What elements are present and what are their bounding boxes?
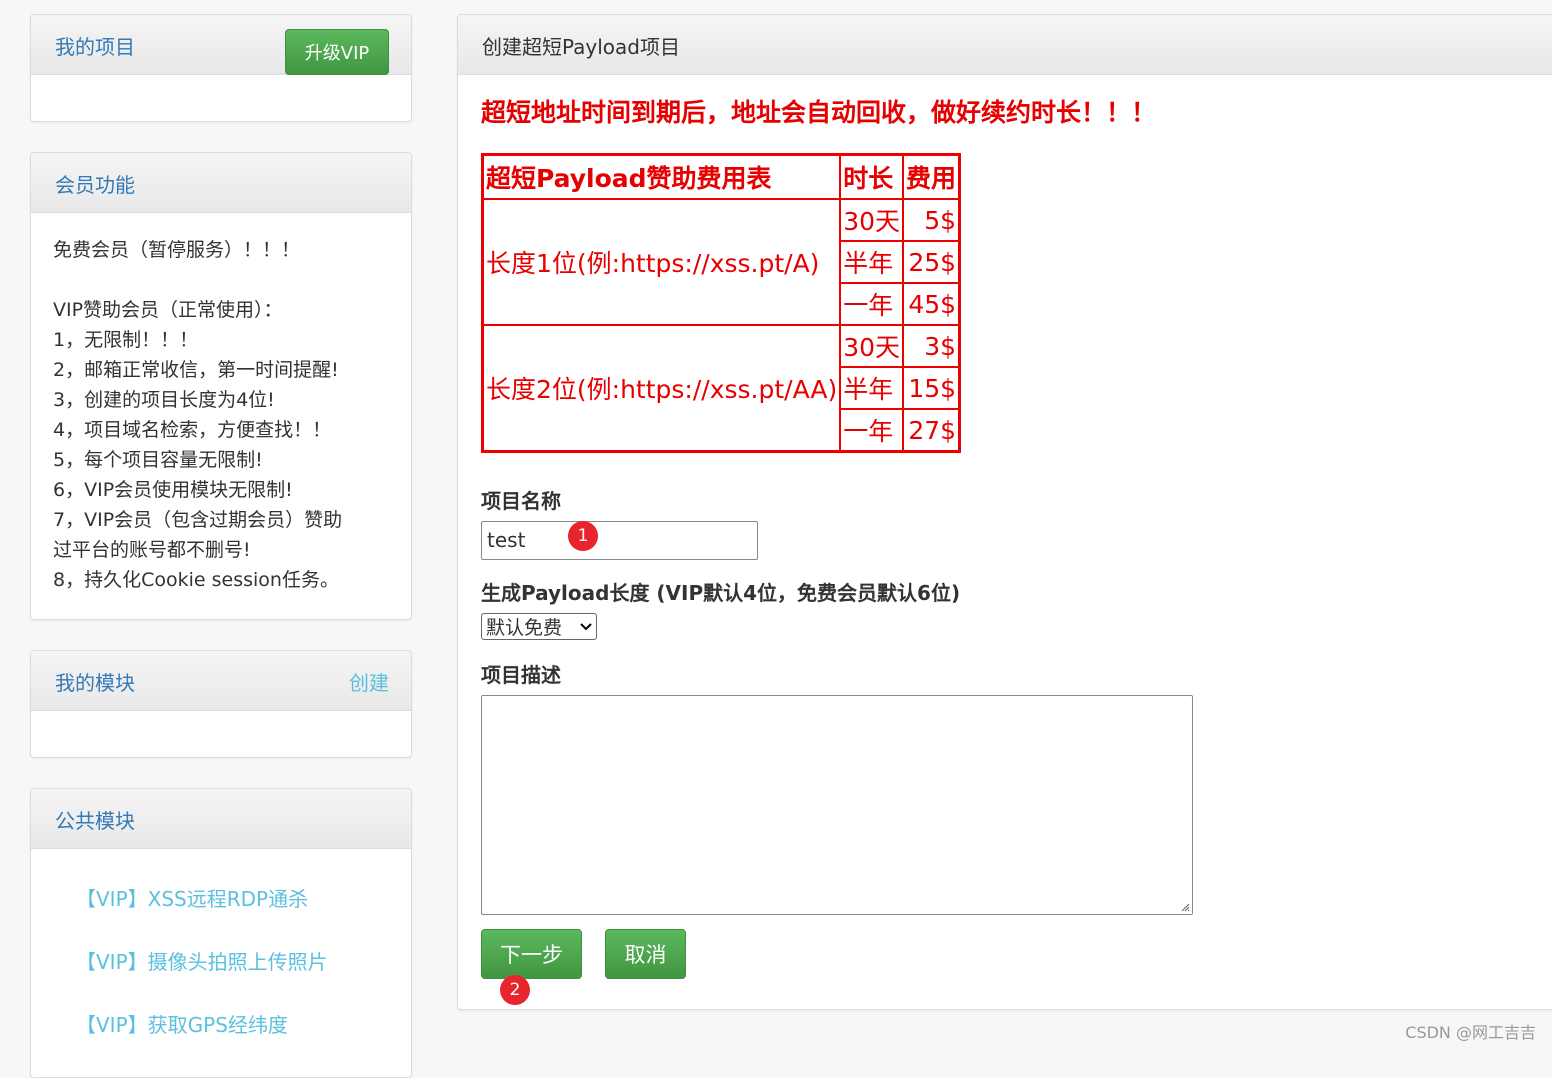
public-module-item[interactable]: 【VIP】XSS远程RDP通杀 [76,869,366,932]
fee-table-title: 超短Payload赞助费用表 [481,153,842,200]
create-project-panel: 创建超短Payload项目 超短地址时间到期后，地址会自动回收，做好续约时长！！… [457,14,1552,1010]
fee-duration: 30天 [839,324,905,368]
payload-length-select[interactable]: 默认免费 [481,613,597,640]
membership-line: 过平台的账号都不删号! [53,539,251,561]
fee-table-price-header: 费用 [902,153,961,200]
public-modules-list: 【VIP】XSS远程RDP通杀 【VIP】摄像头拍照上传照片 【VIP】获取GP… [31,849,411,1077]
my-modules-panel: 我的模块 创建 [30,650,412,758]
membership-line: 1，无限制！！！ [53,329,199,351]
create-module-link[interactable]: 创建 [349,667,389,696]
resize-grip-icon[interactable] [1180,902,1190,912]
membership-line: 8，持久化Cookie session任务。 [53,569,339,591]
page-title: 创建超短Payload项目 [482,35,680,59]
membership-text: 免费会员（暂停服务）！！！ VIP赞助会员（正常使用）： 1，无限制！！！ 2，… [31,213,411,617]
public-modules-header: 公共模块 [31,789,411,849]
fee-price: 5$ [902,198,961,242]
payload-length-label: 生成Payload长度 (VIP默认4位，免费会员默认6位) [481,581,961,605]
cancel-button[interactable]: 取消 [605,929,686,979]
project-name-label: 项目名称 [481,489,561,513]
fee-duration: 30天 [839,198,905,242]
expiry-warning: 超短地址时间到期后，地址会自动回收，做好续约时长！！！ [481,98,1157,127]
fee-table-header-row: 超短Payload赞助费用表 时长 费用 [481,153,961,200]
fee-price: 3$ [902,324,961,368]
fee-duration: 一年 [839,408,905,453]
csdn-watermark: CSDN @网工吉吉 [1405,1023,1536,1042]
upgrade-vip-button[interactable]: 升级VIP [285,29,389,75]
membership-line: 免费会员（暂停服务）！！！ [53,239,301,261]
membership-line: 4，项目域名检索，方便查找！！ [53,419,332,441]
membership-line: 5，每个项目容量无限制! [53,449,263,471]
fee-price: 25$ [902,240,961,284]
fee-table-row: 长度2位(例:https://xss.pt/AA) 30天 3$ [481,324,961,453]
my-modules-header: 我的模块 创建 [31,651,411,711]
fee-price: 15$ [902,366,961,410]
membership-line [53,265,389,295]
annotation-badge-2: 2 [500,975,530,1005]
payload-length-value: 默认免费 [486,617,563,639]
my-projects-header: 我的项目 升级VIP [31,15,411,75]
fee-duration: 一年 [839,282,905,326]
project-description-textarea[interactable] [481,695,1193,915]
create-project-header: 创建超短Payload项目 [458,15,1552,75]
my-projects-title[interactable]: 我的项目 [55,35,135,59]
project-name-input[interactable]: test [481,521,758,560]
membership-line: 2，邮箱正常收信，第一时间提醒! [53,359,339,381]
my-projects-panel: 我的项目 升级VIP [30,14,412,122]
fee-table-row: 长度1位(例:https://xss.pt/A) 30天 5$ [481,198,961,326]
public-module-item[interactable]: 【VIP】摄像头拍照上传照片 [76,932,366,995]
membership-line: VIP赞助会员（正常使用）： [53,299,283,321]
fee-price: 27$ [902,408,961,453]
fee-group-label: 长度2位(例:https://xss.pt/AA) [481,324,842,453]
membership-panel: 会员功能 免费会员（暂停服务）！！！ VIP赞助会员（正常使用）： 1，无限制！… [30,152,412,620]
membership-line: 3，创建的项目长度为4位! [53,389,275,411]
project-description-label: 项目描述 [481,663,561,687]
membership-line: 7，VIP会员（包含过期会员）赞助 [53,509,343,531]
chevron-down-icon [580,622,592,630]
fee-duration: 半年 [839,240,905,284]
membership-header: 会员功能 [31,153,411,213]
membership-title: 会员功能 [55,173,135,197]
my-modules-title: 我的模块 [55,671,135,695]
public-module-item[interactable]: 【VIP】获取GPS经纬度 [76,995,366,1058]
public-modules-panel: 公共模块 【VIP】XSS远程RDP通杀 【VIP】摄像头拍照上传照片 【VIP… [30,788,412,1078]
fee-table: 超短Payload赞助费用表 时长 费用 长度1位(例:https://xss.… [481,153,962,453]
fee-group-label: 长度1位(例:https://xss.pt/A) [481,198,842,326]
fee-duration: 半年 [839,366,905,410]
fee-price: 45$ [902,282,961,326]
membership-line: 6，VIP会员使用模块无限制! [53,479,293,501]
public-modules-title: 公共模块 [55,809,135,833]
annotation-badge-1: 1 [568,521,598,551]
fee-table-duration-header: 时长 [839,153,905,200]
next-step-button[interactable]: 下一步 [481,929,582,979]
